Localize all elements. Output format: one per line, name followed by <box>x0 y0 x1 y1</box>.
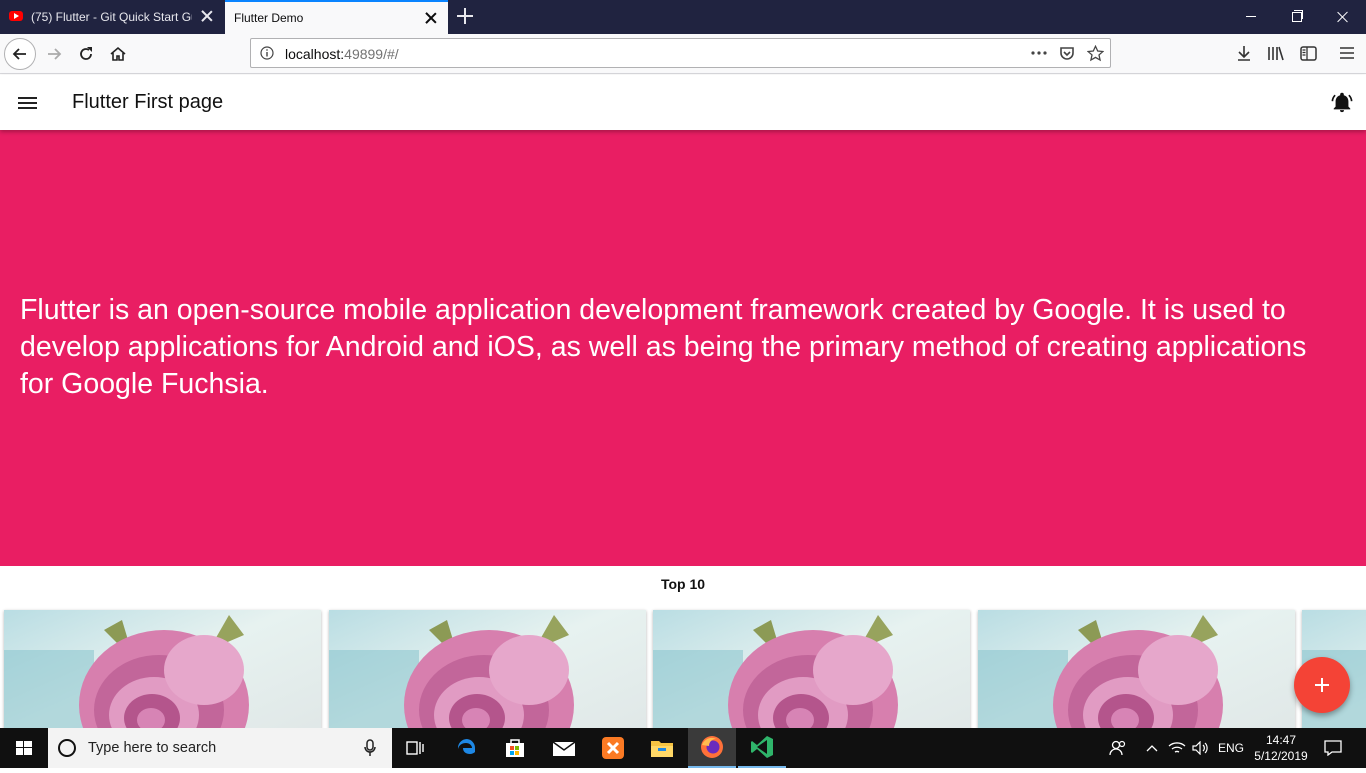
tab-flutter-demo[interactable]: Flutter Demo <box>225 0 448 34</box>
image-card[interactable] <box>329 610 646 728</box>
tab-title: Flutter Demo <box>234 11 304 25</box>
page-actions-icon[interactable] <box>1029 44 1049 62</box>
task-view-icon[interactable] <box>392 728 440 768</box>
people-icon[interactable] <box>1105 728 1131 768</box>
home-button[interactable] <box>102 38 134 70</box>
hero-banner: Flutter is an open-source mobile applica… <box>0 130 1366 566</box>
browser-navbar: localhost:49899/#/ <box>0 34 1366 74</box>
reload-icon <box>80 47 92 60</box>
start-button[interactable] <box>0 728 48 768</box>
add-fab-button[interactable] <box>1294 657 1350 713</box>
windows-logo-icon <box>16 741 32 755</box>
mail-icon[interactable] <box>540 728 588 768</box>
tab-close-icon[interactable] <box>424 11 438 25</box>
section-title: Top 10 <box>660 576 706 592</box>
edge-browser-icon[interactable] <box>443 728 491 768</box>
wifi-icon[interactable] <box>1166 728 1188 768</box>
notification-bell-icon[interactable] <box>1331 92 1353 114</box>
chevron-up-icon[interactable] <box>1142 728 1162 768</box>
image-card[interactable] <box>4 610 321 728</box>
window-minimize-button[interactable] <box>1228 0 1274 34</box>
hero-text: Flutter is an open-source mobile applica… <box>20 294 1307 400</box>
info-icon[interactable] <box>260 46 274 60</box>
cortana-icon[interactable] <box>58 739 76 757</box>
rose-image <box>653 610 970 728</box>
clock-date: 5/12/2019 <box>1254 749 1308 763</box>
rose-image <box>978 610 1295 728</box>
rose-image <box>4 610 321 728</box>
visual-studio-icon[interactable] <box>738 728 786 768</box>
card-list[interactable] <box>0 606 1366 728</box>
volume-icon[interactable] <box>1190 728 1212 768</box>
url-text[interactable]: localhost:49899/#/ <box>285 46 399 62</box>
reload-button[interactable] <box>70 38 102 70</box>
tab-close-icon[interactable] <box>200 9 214 23</box>
rose-image <box>329 610 646 728</box>
tab-youtube[interactable]: (75) Flutter - Git Quick Start Gui <box>0 0 224 34</box>
tab-title: (75) Flutter - Git Quick Start Gui <box>31 10 192 24</box>
image-card[interactable] <box>653 610 970 728</box>
window-close-button[interactable] <box>1320 0 1366 34</box>
url-path: 49899/#/ <box>344 46 399 62</box>
microphone-icon[interactable] <box>364 739 376 757</box>
browser-tab-strip: (75) Flutter - Git Quick Start Gui Flutt… <box>0 0 1366 34</box>
firefox-icon[interactable] <box>688 728 736 768</box>
xampp-icon[interactable] <box>589 728 637 768</box>
windows-taskbar: Type here to search ENG 14:47 5/12/2019 <box>0 728 1366 768</box>
arrow-left-icon <box>12 48 26 60</box>
youtube-icon <box>9 11 23 21</box>
home-icon <box>110 46 126 61</box>
url-host: localhost: <box>285 46 345 62</box>
url-bar[interactable]: localhost:49899/#/ <box>250 38 1111 68</box>
pocket-icon[interactable] <box>1057 44 1077 62</box>
taskbar-search-box[interactable]: Type here to search <box>48 728 392 768</box>
action-center-icon[interactable] <box>1318 728 1348 768</box>
sidebar-icon[interactable] <box>1298 43 1318 63</box>
arrow-right-icon <box>48 48 62 60</box>
app-bar: Flutter First page <box>0 75 1366 130</box>
language-indicator[interactable]: ENG <box>1214 728 1248 768</box>
image-card[interactable] <box>978 610 1295 728</box>
file-explorer-icon[interactable] <box>638 728 686 768</box>
forward-button[interactable] <box>38 38 70 70</box>
hamburger-menu-icon[interactable] <box>1337 43 1357 63</box>
page-title: Flutter First page <box>72 91 224 113</box>
drawer-menu-icon[interactable] <box>18 97 37 110</box>
back-button[interactable] <box>4 38 36 70</box>
store-icon[interactable] <box>491 728 539 768</box>
library-icon[interactable] <box>1266 43 1286 63</box>
downloads-icon[interactable] <box>1234 43 1254 63</box>
new-tab-icon[interactable] <box>457 8 473 24</box>
search-placeholder: Type here to search <box>88 740 217 756</box>
clock-time: 14:47 <box>1265 733 1297 747</box>
window-restore-button[interactable] <box>1274 0 1320 34</box>
system-clock[interactable]: 14:47 5/12/2019 <box>1248 732 1314 764</box>
bookmark-star-icon[interactable] <box>1085 44 1105 62</box>
